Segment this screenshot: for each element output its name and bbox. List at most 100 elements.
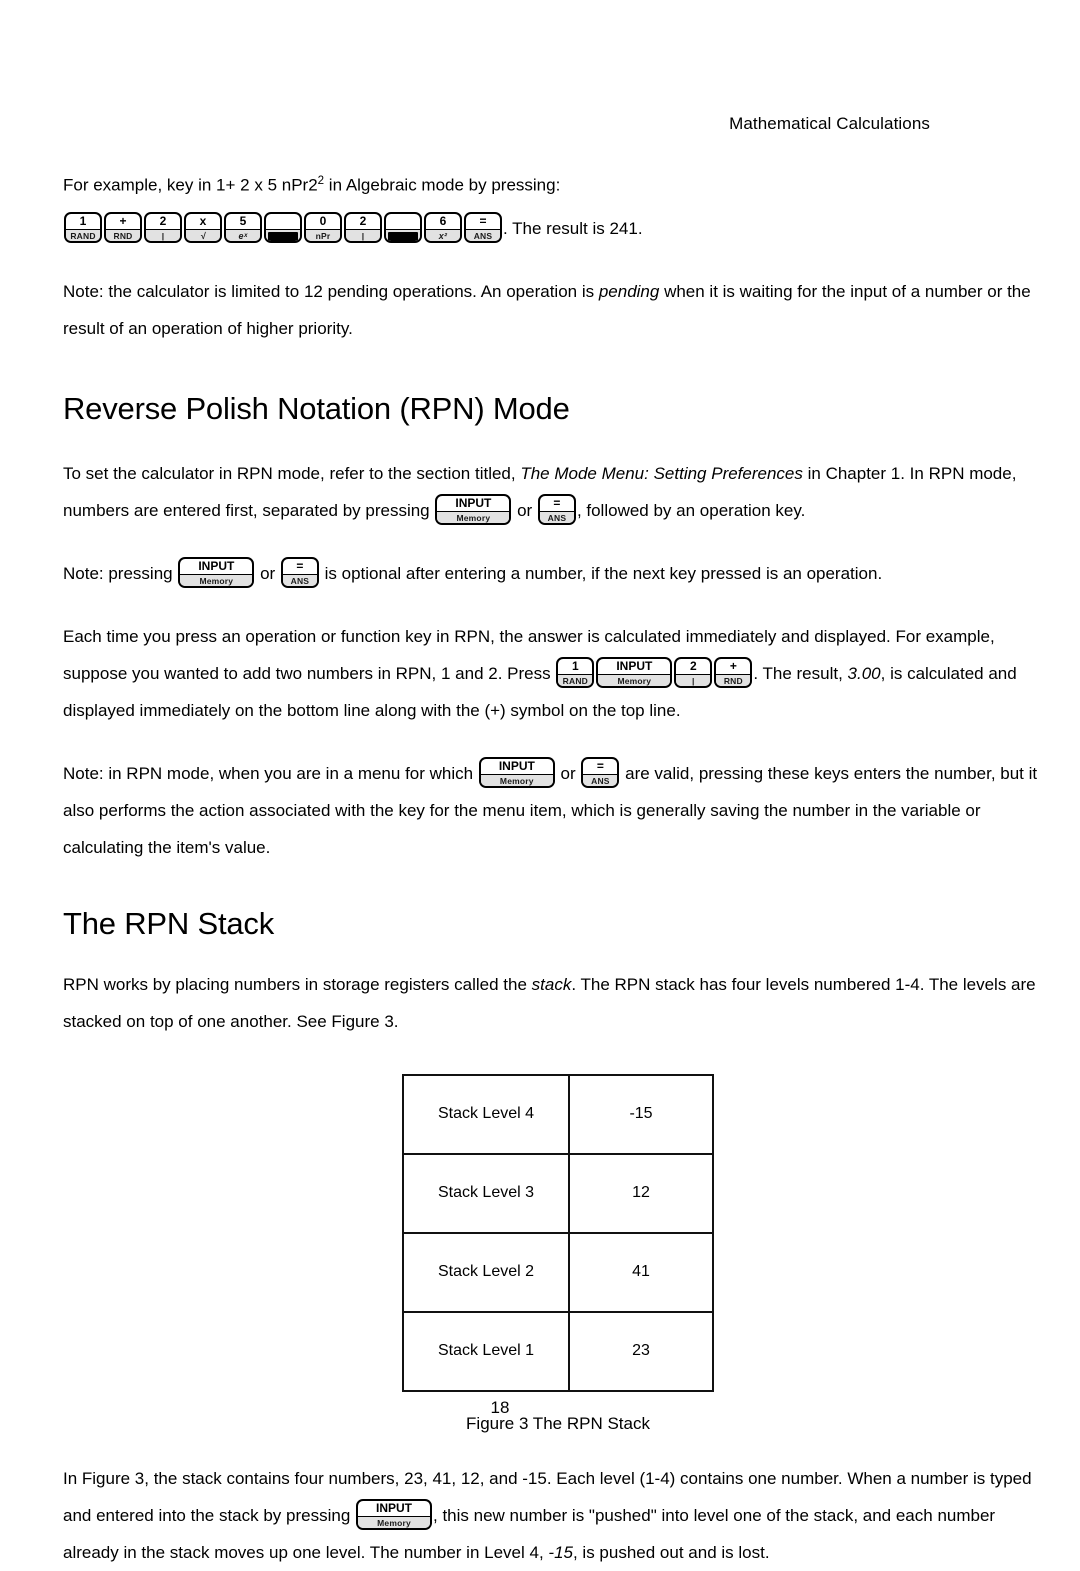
figure-3: Stack Level 4 -15 Stack Level 3 12 Stack… bbox=[63, 1073, 1053, 1434]
intro-example-line: For example, key in 1+ 2 x 5 nPr22 in Al… bbox=[63, 163, 1053, 204]
key-top-label: 2 bbox=[676, 659, 711, 675]
calc-key-two-icon[interactable]: 2 | bbox=[344, 211, 382, 243]
stack-level-value: -15 bbox=[568, 1073, 714, 1155]
stack-level-value: 23 bbox=[568, 1310, 714, 1392]
calc-key-input-memory-icon[interactable]: INPUT Memory bbox=[596, 656, 673, 688]
calc-key-six-xsquared-icon[interactable]: 6 x² bbox=[424, 211, 462, 243]
running-head: Mathematical Calculations bbox=[729, 114, 930, 133]
key-top-label bbox=[386, 214, 420, 230]
calc-key-input-memory-icon[interactable]: INPUT Memory bbox=[435, 493, 512, 525]
key-bottom-label: RAND bbox=[558, 674, 593, 686]
key-top-label: + bbox=[716, 659, 751, 675]
calc-key-equals-ans-icon[interactable]: = ANS bbox=[464, 211, 502, 243]
paragraph-text-a: Note: in RPN mode, when you are in a men… bbox=[63, 763, 478, 783]
key-bottom-label: Memory bbox=[480, 774, 553, 786]
key-top-label: 1 bbox=[66, 214, 100, 230]
key-bottom-label: RND bbox=[716, 674, 751, 686]
key-bottom-label: Memory bbox=[598, 674, 671, 686]
calc-key-zero-npr-icon[interactable]: 0 nPr bbox=[304, 211, 342, 243]
table-row: Stack Level 2 41 bbox=[402, 1231, 714, 1313]
key-top-label: INPUT bbox=[437, 496, 510, 512]
paragraph-text-c: , is pushed out and is lost. bbox=[572, 1542, 770, 1562]
stack-level-label: Stack Level 4 bbox=[402, 1073, 570, 1155]
key-bottom-label: ANS bbox=[466, 229, 500, 241]
key-bottom-bar bbox=[266, 229, 300, 241]
calc-key-two-icon[interactable]: 2 | bbox=[674, 656, 713, 688]
calc-key-times-icon[interactable]: x √ bbox=[184, 211, 222, 243]
rpn-mode-paragraph-3: Each time you press an operation or func… bbox=[63, 618, 1053, 729]
calc-key-input-memory-icon[interactable]: INPUT Memory bbox=[356, 1498, 433, 1530]
key-top-label: INPUT bbox=[598, 659, 671, 675]
key-bottom-label: RAND bbox=[66, 229, 100, 241]
paragraph-text-a: Note: pressing bbox=[63, 563, 178, 583]
rpn-stack-table: Stack Level 4 -15 Stack Level 3 12 Stack… bbox=[402, 1073, 714, 1392]
paragraph-emphasis: -15 bbox=[548, 1542, 573, 1562]
key-top-label: 0 bbox=[306, 214, 340, 230]
stack-level-value: 12 bbox=[568, 1152, 714, 1234]
rpn-stack-paragraph-1: RPN works by placing numbers in storage … bbox=[63, 966, 1053, 1040]
calc-key-input-memory-icon[interactable]: INPUT Memory bbox=[178, 556, 255, 588]
key-bottom-label: | bbox=[346, 229, 380, 241]
paragraph-text-a: To set the calculator in RPN mode, refer… bbox=[63, 463, 521, 483]
key-bottom-label: RND bbox=[106, 229, 140, 241]
key-bottom-label: x² bbox=[426, 229, 460, 241]
heading-rpn-stack: The RPN Stack bbox=[63, 905, 275, 941]
paragraph-text-b: is optional after entering a number, if … bbox=[319, 563, 883, 583]
key-top-label: = bbox=[282, 559, 317, 575]
calc-key-equals-ans-icon[interactable]: = ANS bbox=[537, 493, 576, 525]
key-top-label: = bbox=[539, 496, 574, 512]
paragraph-or-text: or bbox=[555, 763, 581, 783]
document-page: Mathematical Calculations For example, k… bbox=[0, 0, 1080, 1562]
table-row: Stack Level 3 12 bbox=[402, 1152, 714, 1234]
key-sequence-algebraic: 1 RAND + RND 2 | x √ 5 eˣ 0 nPr 2 | 6 x² = ANS. The resul… bbox=[63, 210, 1053, 247]
paragraph-or-text: or bbox=[512, 500, 537, 520]
key-top-label: = bbox=[583, 759, 618, 775]
key-bottom-label: | bbox=[146, 229, 180, 241]
rpn-stack-paragraph-2: In Figure 3, the stack contains four num… bbox=[63, 1460, 1053, 1571]
calc-key-one-icon[interactable]: 1 RAND bbox=[556, 656, 595, 688]
heading-rpn-mode: Reverse Polish Notation (RPN) Mode bbox=[63, 390, 570, 426]
calc-key-input-memory-icon[interactable]: INPUT Memory bbox=[478, 756, 555, 788]
calc-key-blank-bar-icon[interactable] bbox=[384, 211, 422, 243]
paragraph-text-b: . The result, bbox=[753, 663, 848, 683]
stack-level-value: 41 bbox=[568, 1231, 714, 1313]
page-number: 18 bbox=[490, 1398, 510, 1417]
calc-key-plus-icon[interactable]: + RND bbox=[104, 211, 142, 243]
rpn-mode-paragraph-2: Note: pressing INPUT Memory or = ANS is op… bbox=[63, 555, 1053, 592]
stack-level-label: Stack Level 2 bbox=[402, 1231, 570, 1313]
calc-key-equals-ans-icon[interactable]: = ANS bbox=[280, 556, 319, 588]
key-top-label: = bbox=[466, 214, 500, 230]
rpn-mode-paragraph-4: Note: in RPN mode, when you are in a men… bbox=[63, 755, 1053, 866]
stack-level-label: Stack Level 1 bbox=[402, 1310, 570, 1392]
page-content: For example, key in 1+ 2 x 5 nPr2 2 in Al… bbox=[63, 163, 1053, 1571]
key-top-label: INPUT bbox=[480, 759, 553, 775]
paragraph-emphasis: The Mode Menu: Setting Preferences bbox=[520, 463, 803, 483]
key-bottom-label: ANS bbox=[282, 574, 317, 586]
key-top-label bbox=[266, 214, 300, 230]
paragraph-emphasis: 3.00 bbox=[847, 663, 881, 683]
key-bottom-label: | bbox=[676, 674, 711, 686]
paragraph-emphasis: stack bbox=[531, 974, 572, 994]
calc-key-blank-bar-icon[interactable] bbox=[264, 211, 302, 243]
key-bottom-label: ANS bbox=[583, 774, 618, 786]
key-top-label: 2 bbox=[146, 214, 180, 230]
calc-key-two-icon[interactable]: 2 | bbox=[144, 211, 182, 243]
calc-key-plus-icon[interactable]: + RND bbox=[714, 656, 753, 688]
key-top-label: INPUT bbox=[358, 1501, 431, 1517]
key-top-label: x bbox=[186, 214, 220, 230]
key-bottom-label: nPr bbox=[306, 229, 340, 241]
paragraph-text-c: , followed by an operation key. bbox=[576, 500, 806, 520]
table-row: Stack Level 1 23 bbox=[402, 1310, 714, 1392]
note-text-a: Note: the calculator is limited to 12 pe… bbox=[63, 281, 599, 301]
note-pending-operations: Note: the calculator is limited to 12 pe… bbox=[63, 273, 1053, 347]
paragraph-or-text: or bbox=[255, 563, 280, 583]
calc-key-one-icon[interactable]: 1 RAND bbox=[64, 211, 102, 243]
note-emphasis: pending bbox=[598, 281, 660, 301]
calc-key-equals-ans-icon[interactable]: = ANS bbox=[581, 756, 620, 788]
table-row: Stack Level 4 -15 bbox=[402, 1073, 714, 1155]
key-top-label: 6 bbox=[426, 214, 460, 230]
key-top-label: INPUT bbox=[180, 559, 253, 575]
key-bottom-label: Memory bbox=[437, 511, 510, 523]
rpn-mode-paragraph-1: To set the calculator in RPN mode, refer… bbox=[63, 455, 1053, 529]
calc-key-five-icon[interactable]: 5 eˣ bbox=[224, 211, 262, 243]
